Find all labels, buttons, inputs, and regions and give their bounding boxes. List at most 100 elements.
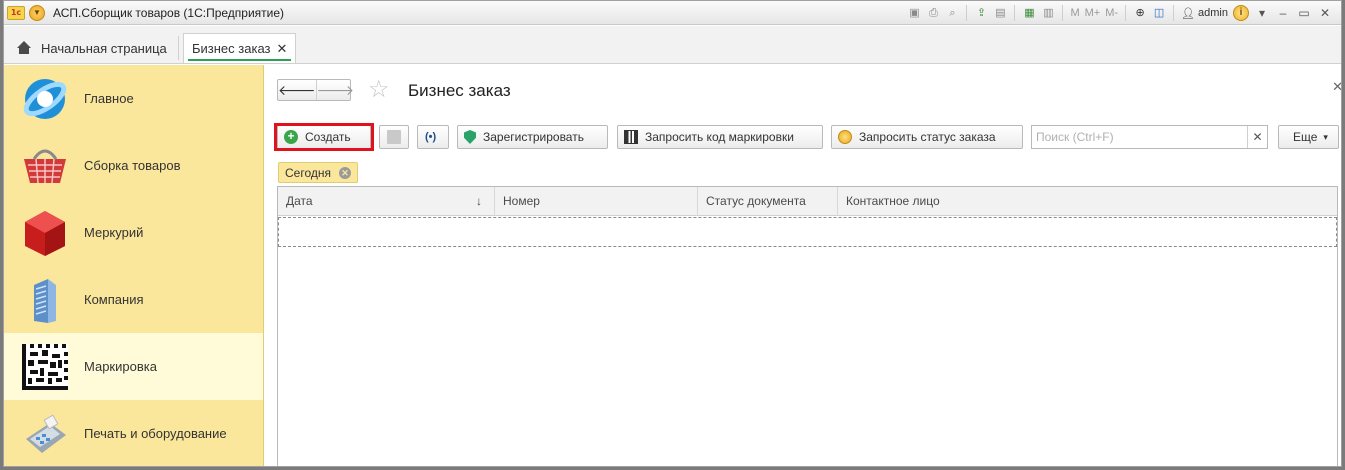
- forward-button[interactable]: 🡒︎: [315, 80, 354, 100]
- card-terminal-icon: [20, 409, 70, 459]
- column-header-label: Контактное лицо: [846, 194, 940, 208]
- column-header-label: Номер: [503, 194, 540, 208]
- more-button-label: Еще: [1293, 130, 1318, 144]
- request-marking-code-button[interactable]: Запросить код маркировки: [617, 125, 823, 149]
- form-area: 🡐︎ 🡒︎ ☆ Бизнес заказ ✕ + Создать (•) Зар…: [265, 65, 1341, 466]
- info-icon[interactable]: i: [1233, 5, 1249, 21]
- scan-button[interactable]: (•): [417, 125, 449, 149]
- refresh-icon: [838, 130, 852, 144]
- chevron-down-icon: ▾: [1323, 131, 1328, 142]
- sidebar-item-main[interactable]: Главное: [4, 65, 263, 132]
- more-button[interactable]: Еще ▾: [1278, 125, 1339, 149]
- column-header-label: Статус документа: [706, 194, 806, 208]
- user-name: admin: [1198, 7, 1228, 19]
- title-toolbar: ▣ ⎙ ⌕ ⇪ ▤ ▦ ▥ M M+ M- ⊕ ◫ 👤︎ admin i ▾ –…: [907, 4, 1333, 22]
- panels-icon[interactable]: ◫: [1152, 6, 1166, 20]
- column-header-label: Дата: [286, 194, 313, 208]
- save-icon[interactable]: ▣: [907, 6, 921, 20]
- filter-chip-label: Сегодня: [285, 165, 331, 180]
- toolbar-divider: [1125, 5, 1127, 21]
- toolbar-divider: [1173, 5, 1175, 21]
- title-bar: 1c ▼ АСП.Сборщик товаров (1С:Предприятие…: [4, 1, 1341, 25]
- sidebar-item-marking[interactable]: Маркировка: [4, 333, 263, 400]
- sidebar-item-mercury[interactable]: Меркурий: [4, 199, 263, 266]
- sidebar-item-label: Компания: [84, 292, 144, 307]
- red-cube-icon: [20, 208, 70, 258]
- document-copy-icon: [387, 130, 401, 144]
- copy-button[interactable]: [379, 125, 409, 149]
- column-header-date[interactable]: Дата ↓: [278, 187, 495, 216]
- tab-bar: Начальная страница Бизнес заказ ✕: [4, 26, 1341, 64]
- sidebar-item-label: Сборка товаров: [84, 158, 181, 173]
- tab-business-order-label: Бизнес заказ: [192, 41, 271, 56]
- datamatrix-icon: [20, 342, 70, 392]
- page-title: Бизнес заказ: [408, 81, 511, 100]
- preview-icon[interactable]: ⌕: [945, 6, 959, 20]
- user-menu[interactable]: 👤︎ admin: [1181, 7, 1228, 20]
- sidebar-item-label: Главное: [84, 91, 134, 106]
- toolbar-divider: [966, 5, 968, 21]
- search-input[interactable]: [1032, 126, 1247, 148]
- print-icon[interactable]: ⎙: [926, 6, 940, 20]
- favorite-star-icon[interactable]: ☆: [368, 78, 390, 102]
- chevron-down-icon[interactable]: ▾: [1254, 6, 1270, 20]
- tab-home[interactable]: Начальная страница: [4, 35, 167, 61]
- close-tab-icon[interactable]: ✕: [276, 41, 287, 57]
- main-menu-button[interactable]: ▼: [29, 4, 45, 21]
- window-title: АСП.Сборщик товаров (1С:Предприятие): [53, 5, 285, 20]
- request-marking-code-label: Запросить код маркировки: [645, 130, 794, 144]
- column-header-number[interactable]: Номер: [495, 187, 698, 216]
- tab-home-label: Начальная страница: [41, 40, 167, 56]
- search-field: ✕: [1031, 125, 1268, 149]
- documents-icon[interactable]: ▤: [993, 6, 1007, 20]
- maximize-button[interactable]: ▭: [1296, 6, 1312, 20]
- radio-signal-icon: (•): [425, 131, 437, 143]
- remove-filter-icon[interactable]: ✕: [339, 166, 351, 179]
- create-button-highlight: [274, 123, 374, 151]
- table-header: Дата ↓ Номер Статус документа Контактное…: [278, 187, 1337, 216]
- close-form-icon[interactable]: ✕: [1332, 79, 1341, 95]
- link-icon[interactable]: ⇪: [974, 6, 988, 20]
- request-order-status-button[interactable]: Запросить статус заказа: [831, 125, 1023, 149]
- sidebar-item-label: Печать и оборудование: [84, 426, 227, 441]
- shield-icon: [464, 130, 476, 144]
- memory-minus-button[interactable]: M-: [1105, 7, 1118, 19]
- sidebar-item-assembly[interactable]: Сборка товаров: [4, 132, 263, 199]
- column-header-status[interactable]: Статус документа: [698, 187, 838, 216]
- orders-table: Дата ↓ Номер Статус документа Контактное…: [277, 186, 1338, 466]
- minimize-button[interactable]: –: [1275, 6, 1291, 20]
- clear-search-icon[interactable]: ✕: [1247, 126, 1267, 148]
- app-window: 1c ▼ АСП.Сборщик товаров (1С:Предприятие…: [3, 0, 1342, 467]
- memory-button[interactable]: M: [1070, 7, 1079, 19]
- back-button[interactable]: 🡐︎: [278, 80, 316, 100]
- sidebar-item-company[interactable]: Компания: [4, 266, 263, 333]
- main-section-icon: [20, 74, 70, 124]
- sidebar-item-label: Маркировка: [84, 359, 157, 374]
- zoom-icon[interactable]: ⊕: [1133, 6, 1147, 20]
- column-header-contact[interactable]: Контактное лицо: [838, 187, 1337, 216]
- building-icon: [20, 275, 70, 325]
- 1c-logo-icon: 1c: [7, 5, 25, 20]
- calculator-icon[interactable]: ▦: [1022, 6, 1036, 20]
- filter-chip-today[interactable]: Сегодня ✕: [278, 162, 358, 183]
- sidebar-item-label: Меркурий: [84, 225, 144, 240]
- tab-divider: [178, 36, 179, 60]
- request-order-status-label: Запросить статус заказа: [859, 130, 996, 144]
- close-window-button[interactable]: ✕: [1317, 6, 1333, 20]
- qr-code-icon: [624, 130, 638, 144]
- sidebar-item-printing[interactable]: Печать и оборудование: [4, 400, 263, 466]
- calendar-icon[interactable]: ▥: [1041, 6, 1055, 20]
- toolbar-divider: [1062, 5, 1064, 21]
- register-button-label: Зарегистрировать: [483, 130, 584, 144]
- register-button[interactable]: Зарегистрировать: [457, 125, 608, 149]
- home-icon: [16, 41, 32, 55]
- basket-icon: [20, 141, 70, 191]
- sections-sidebar: Главное Сборка товаров Меркурий Компания…: [4, 65, 264, 466]
- memory-plus-button[interactable]: M+: [1085, 7, 1101, 19]
- tab-business-order[interactable]: Бизнес заказ ✕: [183, 33, 296, 63]
- history-nav: 🡐︎ 🡒︎: [277, 79, 354, 101]
- sort-arrow-icon: ↓: [476, 194, 482, 208]
- toolbar-divider: [1014, 5, 1016, 21]
- user-icon: 👤︎: [1181, 7, 1196, 20]
- table-row-empty-focused[interactable]: [278, 217, 1337, 247]
